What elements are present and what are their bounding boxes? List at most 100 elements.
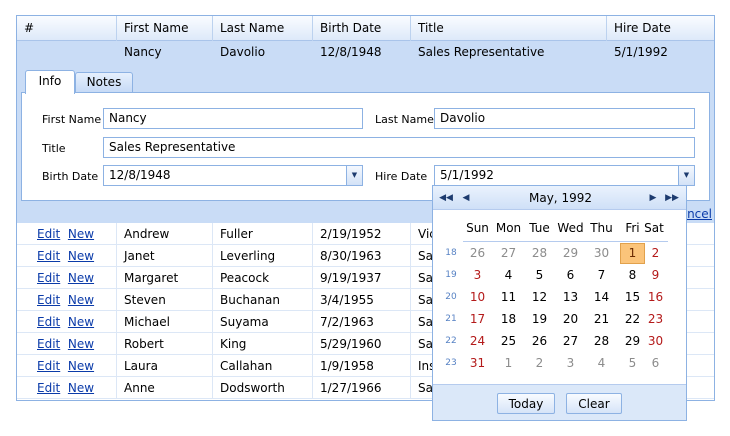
hire-date-dropdown-button[interactable]: ▼ [678, 165, 695, 186]
edit-link[interactable]: Edit [37, 249, 60, 263]
new-link[interactable]: New [68, 315, 94, 329]
new-link[interactable]: New [68, 359, 94, 373]
edit-link[interactable]: Edit [37, 271, 60, 285]
calendar-footer: Today Clear [433, 384, 686, 420]
calendar-day[interactable]: 27 [496, 243, 521, 264]
calendar-day[interactable]: 6 [643, 353, 668, 374]
cell-last-name: Leverling [213, 245, 313, 267]
clear-button[interactable]: Clear [566, 393, 622, 414]
calendar-day[interactable]: 15 [620, 287, 645, 308]
calendar-day[interactable]: 29 [620, 331, 645, 352]
calendar-day[interactable]: 8 [620, 265, 645, 286]
calendar-day[interactable]: 1 [496, 353, 521, 374]
edit-row-last-name: Davolio [220, 45, 266, 59]
calendar-day[interactable]: 16 [643, 287, 668, 308]
calendar-day[interactable]: 17 [465, 309, 490, 330]
calendar-header: ◀◀ ◀ May, 1992 ▶ ▶▶ [433, 186, 686, 210]
calendar-day[interactable]: 22 [620, 309, 645, 330]
cell-last-name: Fuller [213, 223, 313, 245]
calendar-day[interactable]: 10 [465, 287, 490, 308]
calendar-day[interactable]: 14 [589, 287, 614, 308]
calendar-day[interactable]: 5 [620, 353, 645, 374]
calendar-day[interactable]: 29 [558, 243, 583, 264]
calendar-day[interactable]: 2 [643, 243, 668, 264]
column-header-title[interactable]: Title [411, 16, 607, 41]
edit-link[interactable]: Edit [37, 315, 60, 329]
calendar-day[interactable]: 4 [496, 265, 521, 286]
last-name-field[interactable]: Davolio [434, 108, 695, 129]
calendar-day[interactable]: 1 [620, 243, 645, 264]
calendar-day[interactable]: 23 [643, 309, 668, 330]
calendar-day[interactable]: 31 [465, 353, 490, 374]
new-link[interactable]: New [68, 249, 94, 263]
today-button[interactable]: Today [497, 393, 555, 414]
calendar-day[interactable]: 28 [527, 243, 552, 264]
row-actions: Edit New [17, 333, 117, 355]
new-link[interactable]: New [68, 381, 94, 395]
edit-link[interactable]: Edit [37, 293, 60, 307]
weekday-label: Thu [590, 221, 613, 235]
column-header-birth-date[interactable]: Birth Date [313, 16, 411, 41]
calendar-day[interactable]: 21 [589, 309, 614, 330]
week-number: 19 [445, 270, 457, 280]
calendar-day[interactable]: 3 [558, 353, 583, 374]
edit-link[interactable]: Edit [37, 359, 60, 373]
edit-row-birth-date: 12/8/1948 [320, 45, 382, 59]
calendar-day[interactable]: 3 [465, 265, 490, 286]
new-link[interactable]: New [68, 271, 94, 285]
calendar-day[interactable]: 6 [558, 265, 583, 286]
next-year-button[interactable]: ▶▶ [665, 186, 679, 210]
calendar-day[interactable]: 4 [589, 353, 614, 374]
calendar-day[interactable]: 20 [558, 309, 583, 330]
chevron-down-icon: ▼ [683, 171, 690, 179]
new-link[interactable]: New [68, 293, 94, 307]
tab-info[interactable]: Info [25, 70, 75, 94]
week-number: 21 [445, 314, 457, 324]
calendar-day[interactable]: 26 [527, 331, 552, 352]
calendar-day[interactable]: 24 [465, 331, 490, 352]
weekday-label: Sun [466, 221, 489, 235]
calendar-day[interactable]: 18 [496, 309, 521, 330]
edit-link[interactable]: Edit [37, 381, 60, 395]
prev-year-button[interactable]: ◀◀ [439, 186, 453, 210]
birth-date-label: Birth Date [42, 170, 99, 183]
calendar-day[interactable]: 7 [589, 265, 614, 286]
hire-date-calendar-popup: ◀◀ ◀ May, 1992 ▶ ▶▶ Sun Mon Tue Wed Thu Fri Sa… [432, 185, 687, 421]
prev-month-button[interactable]: ◀ [459, 186, 473, 210]
column-header-first-name[interactable]: First Name [117, 16, 213, 41]
column-header-number[interactable]: # [17, 16, 117, 41]
birth-date-field[interactable]: 12/8/1948 ▼ [103, 165, 363, 186]
calendar-day[interactable]: 26 [465, 243, 490, 264]
cell-birth-date: 1/9/1958 [313, 355, 411, 377]
calendar-day[interactable]: 5 [527, 265, 552, 286]
calendar-day[interactable]: 27 [558, 331, 583, 352]
hire-date-field[interactable]: 5/1/1992 ▼ [434, 165, 695, 186]
edit-link[interactable]: Edit [37, 337, 60, 351]
column-header-hire-date[interactable]: Hire Date [607, 16, 714, 41]
column-header-last-name[interactable]: Last Name [213, 16, 313, 41]
cell-birth-date: 1/27/1966 [313, 377, 411, 399]
title-field[interactable]: Sales Representative [103, 137, 695, 158]
calendar-day[interactable]: 30 [589, 243, 614, 264]
calendar-day[interactable]: 25 [496, 331, 521, 352]
calendar-day[interactable]: 12 [527, 287, 552, 308]
calendar-title[interactable]: May, 1992 [493, 186, 628, 210]
calendar-day[interactable]: 19 [527, 309, 552, 330]
first-name-label: First Name [42, 113, 102, 126]
new-link[interactable]: New [68, 227, 94, 241]
calendar-day[interactable]: 9 [643, 265, 668, 286]
weekday-label: Wed [557, 221, 584, 235]
calendar-day[interactable]: 2 [527, 353, 552, 374]
calendar-day[interactable]: 11 [496, 287, 521, 308]
tab-notes[interactable]: Notes [75, 72, 133, 93]
calendar-day[interactable]: 30 [643, 331, 668, 352]
first-name-field[interactable]: Nancy [103, 108, 363, 129]
calendar-day[interactable]: 13 [558, 287, 583, 308]
next-month-button[interactable]: ▶ [646, 186, 660, 210]
calendar-day[interactable]: 28 [589, 331, 614, 352]
edit-link[interactable]: Edit [37, 227, 60, 241]
new-link[interactable]: New [68, 337, 94, 351]
birth-date-dropdown-button[interactable]: ▼ [346, 165, 363, 186]
cell-birth-date: 2/19/1952 [313, 223, 411, 245]
cell-first-name: Andrew [117, 223, 213, 245]
